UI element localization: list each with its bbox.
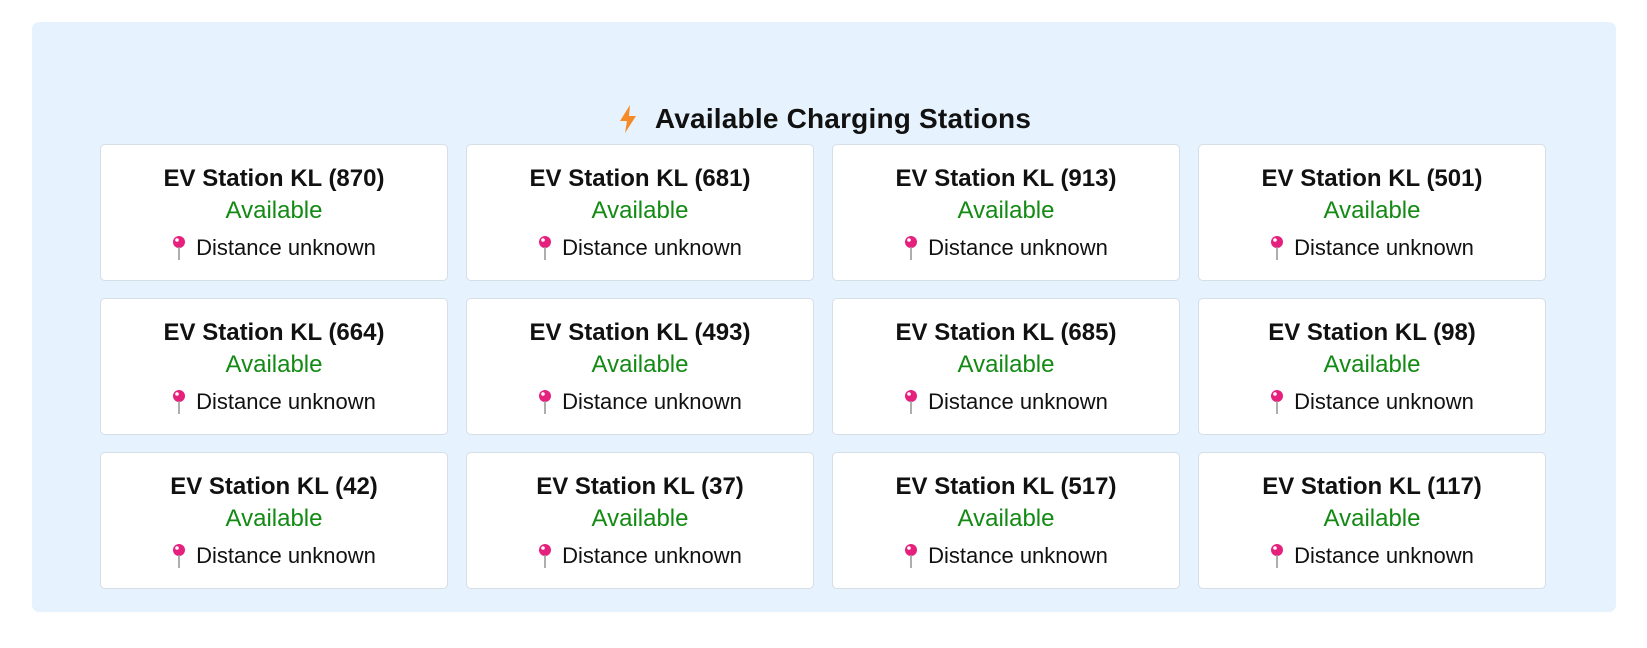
- station-distance: Distance unknown: [538, 542, 742, 570]
- page-title: Available Charging Stations: [654, 103, 1032, 134]
- station-status: Available: [957, 197, 1055, 224]
- station-card[interactable]: EV Station KL (42) Available Distance un…: [100, 452, 448, 589]
- station-distance: Distance unknown: [172, 234, 376, 262]
- station-name: EV Station KL (685): [895, 319, 1117, 346]
- station-name: EV Station KL (37): [536, 473, 744, 500]
- station-card[interactable]: EV Station KL (681) Available Distance u…: [466, 144, 814, 281]
- station-name: EV Station KL (681): [529, 165, 751, 192]
- lightning-bolt-icon: [619, 105, 636, 133]
- station-status: Available: [225, 351, 323, 378]
- distance-text: Distance unknown: [562, 543, 742, 568]
- station-name: EV Station KL (501): [1261, 165, 1483, 192]
- pushpin-icon: [539, 544, 552, 568]
- distance-text: Distance unknown: [1294, 235, 1474, 260]
- station-distance: Distance unknown: [904, 388, 1108, 416]
- station-card[interactable]: EV Station KL (501) Available Distance u…: [1198, 144, 1546, 281]
- station-card[interactable]: EV Station KL (37) Available Distance un…: [466, 452, 814, 589]
- pushpin-icon: [539, 390, 552, 414]
- station-status: Available: [591, 351, 689, 378]
- station-card[interactable]: EV Station KL (117) Available Distance u…: [1198, 452, 1546, 589]
- station-distance: Distance unknown: [1270, 542, 1474, 570]
- distance-text: Distance unknown: [562, 389, 742, 414]
- station-status: Available: [1323, 197, 1421, 224]
- station-status: Available: [225, 197, 323, 224]
- station-distance: Distance unknown: [1270, 388, 1474, 416]
- distance-text: Distance unknown: [1294, 389, 1474, 414]
- station-grid: EV Station KL (870) Available Distance u…: [100, 144, 1548, 589]
- station-status: Available: [957, 505, 1055, 532]
- station-name: EV Station KL (870): [163, 165, 385, 192]
- distance-text: Distance unknown: [928, 543, 1108, 568]
- charging-stations-panel: Available Charging Stations EV Station K…: [32, 22, 1616, 612]
- station-status: Available: [1323, 351, 1421, 378]
- pushpin-icon: [1271, 236, 1284, 260]
- station-name: EV Station KL (117): [1262, 473, 1482, 500]
- distance-text: Distance unknown: [196, 235, 376, 260]
- station-distance: Distance unknown: [538, 388, 742, 416]
- station-status: Available: [957, 351, 1055, 378]
- distance-text: Distance unknown: [1294, 543, 1474, 568]
- station-status: Available: [225, 505, 323, 532]
- distance-text: Distance unknown: [196, 543, 376, 568]
- pushpin-icon: [1271, 544, 1284, 568]
- station-distance: Distance unknown: [538, 234, 742, 262]
- station-distance: Distance unknown: [1270, 234, 1474, 262]
- station-name: EV Station KL (913): [895, 165, 1117, 192]
- pushpin-icon: [905, 390, 918, 414]
- station-name: EV Station KL (493): [529, 319, 751, 346]
- station-card[interactable]: EV Station KL (517) Available Distance u…: [832, 452, 1180, 589]
- station-name: EV Station KL (42): [170, 473, 378, 500]
- station-distance: Distance unknown: [904, 542, 1108, 570]
- station-status: Available: [1323, 505, 1421, 532]
- section-heading: Available Charging Stations: [32, 96, 1616, 142]
- pushpin-icon: [905, 544, 918, 568]
- pushpin-icon: [539, 236, 552, 260]
- pushpin-icon: [173, 390, 186, 414]
- pushpin-icon: [1271, 390, 1284, 414]
- station-status: Available: [591, 505, 689, 532]
- pushpin-icon: [905, 236, 918, 260]
- station-status: Available: [591, 197, 689, 224]
- station-name: EV Station KL (98): [1268, 319, 1476, 346]
- station-card[interactable]: EV Station KL (98) Available Distance un…: [1198, 298, 1546, 435]
- station-card[interactable]: EV Station KL (664) Available Distance u…: [100, 298, 448, 435]
- distance-text: Distance unknown: [562, 235, 742, 260]
- pushpin-icon: [173, 544, 186, 568]
- station-distance: Distance unknown: [904, 234, 1108, 262]
- distance-text: Distance unknown: [196, 389, 376, 414]
- distance-text: Distance unknown: [928, 235, 1108, 260]
- station-card[interactable]: EV Station KL (870) Available Distance u…: [100, 144, 448, 281]
- station-distance: Distance unknown: [172, 542, 376, 570]
- station-name: EV Station KL (664): [163, 319, 385, 346]
- pushpin-icon: [173, 236, 186, 260]
- station-distance: Distance unknown: [172, 388, 376, 416]
- station-card[interactable]: EV Station KL (913) Available Distance u…: [832, 144, 1180, 281]
- station-card[interactable]: EV Station KL (685) Available Distance u…: [832, 298, 1180, 435]
- distance-text: Distance unknown: [928, 389, 1108, 414]
- station-name: EV Station KL (517): [895, 473, 1117, 500]
- station-card[interactable]: EV Station KL (493) Available Distance u…: [466, 298, 814, 435]
